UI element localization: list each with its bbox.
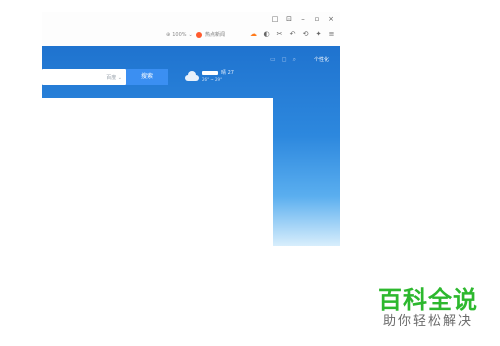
menu-icon[interactable]: ≡ (327, 30, 336, 39)
personalize-link[interactable]: 个性化 (314, 56, 329, 63)
start-page: ▭ ◻ ⌕ 个性化 百度 ⌄ 搜索 晴 27 26° ~ 29° (42, 46, 340, 246)
cloud-icon (185, 70, 199, 81)
browser-titlebar: □ ⊡ – ▫ × ⊕ 100% ⌄ 热点新闻 ☁ ◐ ✂ ↶ ⟲ ✦ ≡ (42, 12, 340, 47)
search-input[interactable]: 百度 ⌄ (42, 69, 126, 85)
theme-icon[interactable]: ◐ (262, 30, 271, 39)
search-engine-label: 百度 (106, 75, 117, 81)
close-icon[interactable]: × (326, 14, 336, 24)
weather-text: 晴 27 26° ~ 29° (202, 69, 234, 82)
city-name (202, 70, 218, 75)
maximize-icon[interactable]: ▫ (312, 14, 322, 24)
search-button[interactable]: 搜索 (126, 69, 168, 85)
refresh-icon[interactable]: ⟲ (301, 30, 310, 39)
brand-subtitle: 助你轻松解决 (382, 314, 473, 329)
header-icons: ▭ ◻ ⌕ (270, 56, 296, 64)
minimize-icon[interactable]: – (298, 14, 308, 24)
search-engine-select[interactable]: 百度 ⌄ (106, 74, 122, 81)
screenshot-icon[interactable]: ✂ (275, 30, 284, 39)
skin-icon[interactable]: ⊡ (284, 14, 294, 24)
browser-toolbar: ⊕ 100% ⌄ 热点新闻 ☁ ◐ ✂ ↶ ⟲ ✦ ≡ (42, 28, 340, 44)
zoom-level: 100% (172, 32, 187, 38)
watermark-logo: 百科全说 助你轻松解决 (374, 286, 482, 330)
skin-icon[interactable]: ◻ (282, 56, 287, 64)
brand-title: 百科全说 (378, 286, 478, 314)
message-icon[interactable]: ▭ (270, 56, 276, 64)
chevron-down-icon: ⌄ (188, 32, 193, 38)
browser-window: □ ⊡ – ▫ × ⊕ 100% ⌄ 热点新闻 ☁ ◐ ✂ ↶ ⟲ ✦ ≡ ▭ … (42, 12, 340, 246)
zoom-control[interactable]: ⊕ 100% ⌄ (166, 32, 193, 38)
weather-widget[interactable]: 晴 27 26° ~ 29° (185, 69, 234, 82)
hot-news-label: 热点新闻 (205, 32, 226, 38)
weather-range: 26° ~ 29° (202, 77, 223, 82)
restore-tab-icon[interactable]: □ (270, 14, 280, 24)
favorites-icon[interactable]: ✦ (314, 30, 323, 39)
content-panel (42, 98, 273, 246)
weibo-icon[interactable]: ☁ (249, 30, 258, 39)
hot-news-button[interactable]: 热点新闻 (196, 31, 225, 38)
undo-icon[interactable]: ↶ (288, 30, 297, 39)
search-icon[interactable]: ⌕ (293, 56, 296, 64)
hot-news-icon (196, 31, 202, 38)
toolbar-tools: ☁ ◐ ✂ ↶ ⟲ ✦ ≡ (249, 30, 336, 39)
weather-line: 晴 27 (202, 69, 234, 76)
chevron-down-icon: ⌄ (117, 75, 122, 81)
window-controls: □ ⊡ – ▫ × (270, 14, 336, 24)
weather-condition: 晴 27 (221, 70, 234, 76)
zoom-icon: ⊕ (166, 32, 171, 38)
